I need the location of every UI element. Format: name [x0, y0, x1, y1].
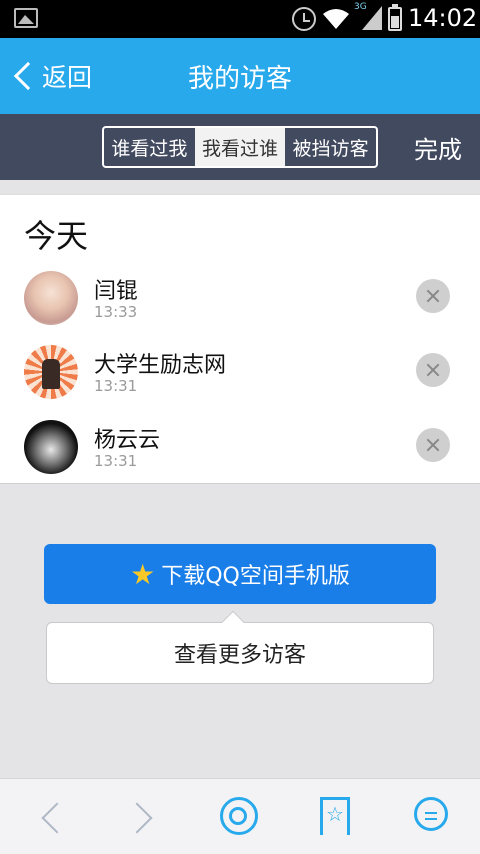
visit-time: 13:31: [94, 377, 138, 395]
menu-circle: [414, 797, 448, 831]
avatar[interactable]: [24, 420, 78, 474]
tab-bar: 谁看过我 我看过谁 被挡访客 完成: [0, 114, 480, 180]
wifi-icon: [323, 9, 349, 29]
section-title: 今天: [24, 217, 89, 255]
alarm-icon: [292, 7, 316, 31]
remove-visitor-button[interactable]: [416, 279, 450, 313]
download-app-button[interactable]: ★ 下载QQ空间手机版: [44, 544, 436, 604]
tab-who-i-viewed[interactable]: 我看过谁: [194, 128, 286, 166]
clock: 14:02: [408, 4, 478, 32]
list-item[interactable]: 闫锟 13:33: [0, 267, 480, 331]
qzone-icon[interactable]: [218, 797, 262, 837]
visitor-name: 杨云云: [94, 428, 161, 453]
avatar[interactable]: [24, 271, 78, 325]
list-item[interactable]: 杨云云 13:31: [0, 416, 480, 480]
callout-notch: [221, 610, 245, 634]
page-title: 我的访客: [187, 64, 292, 94]
list-item[interactable]: 大学生励志网 13:31: [0, 341, 480, 405]
remove-visitor-button[interactable]: [416, 428, 450, 462]
download-app-label: 下载QQ空间手机版: [161, 564, 350, 589]
visitor-list: 今天 闫锟 13:33 大学生励志网 13:31 杨云云 13:31: [0, 194, 480, 484]
visit-time: 13:31: [94, 452, 138, 470]
bookmark-shape: [320, 797, 350, 835]
avatar[interactable]: [24, 345, 78, 399]
battery-icon: [388, 4, 402, 31]
menu-icon[interactable]: [414, 797, 450, 837]
fist-icon: [42, 359, 60, 389]
signal-icon: [362, 6, 382, 30]
more-visitors-button[interactable]: 查看更多访客: [46, 610, 434, 684]
visitor-name: 大学生励志网: [94, 353, 227, 378]
status-bar: 3G 14:02: [0, 0, 480, 38]
gallery-icon: [14, 8, 38, 28]
visitor-name: 闫锟: [94, 279, 139, 304]
segmented-control: 谁看过我 我看过谁 被挡访客: [102, 126, 378, 168]
visit-time: 13:33: [94, 303, 138, 321]
done-button[interactable]: 完成: [414, 130, 462, 165]
bottom-toolbar: [0, 778, 480, 854]
more-visitors-label: 查看更多访客: [173, 643, 306, 668]
qzone-inner-ring: [229, 807, 247, 825]
title-bar: 返回 我的访客: [0, 38, 480, 114]
tab-blocked-visitors[interactable]: 被挡访客: [285, 128, 376, 166]
tab-who-viewed-me[interactable]: 谁看过我: [104, 128, 195, 166]
star-icon: ★: [130, 557, 156, 591]
favorite-icon[interactable]: [320, 797, 352, 837]
back-arrow-icon[interactable]: [34, 797, 64, 837]
forward-arrow-icon[interactable]: [126, 797, 156, 837]
remove-visitor-button[interactable]: [416, 353, 450, 387]
